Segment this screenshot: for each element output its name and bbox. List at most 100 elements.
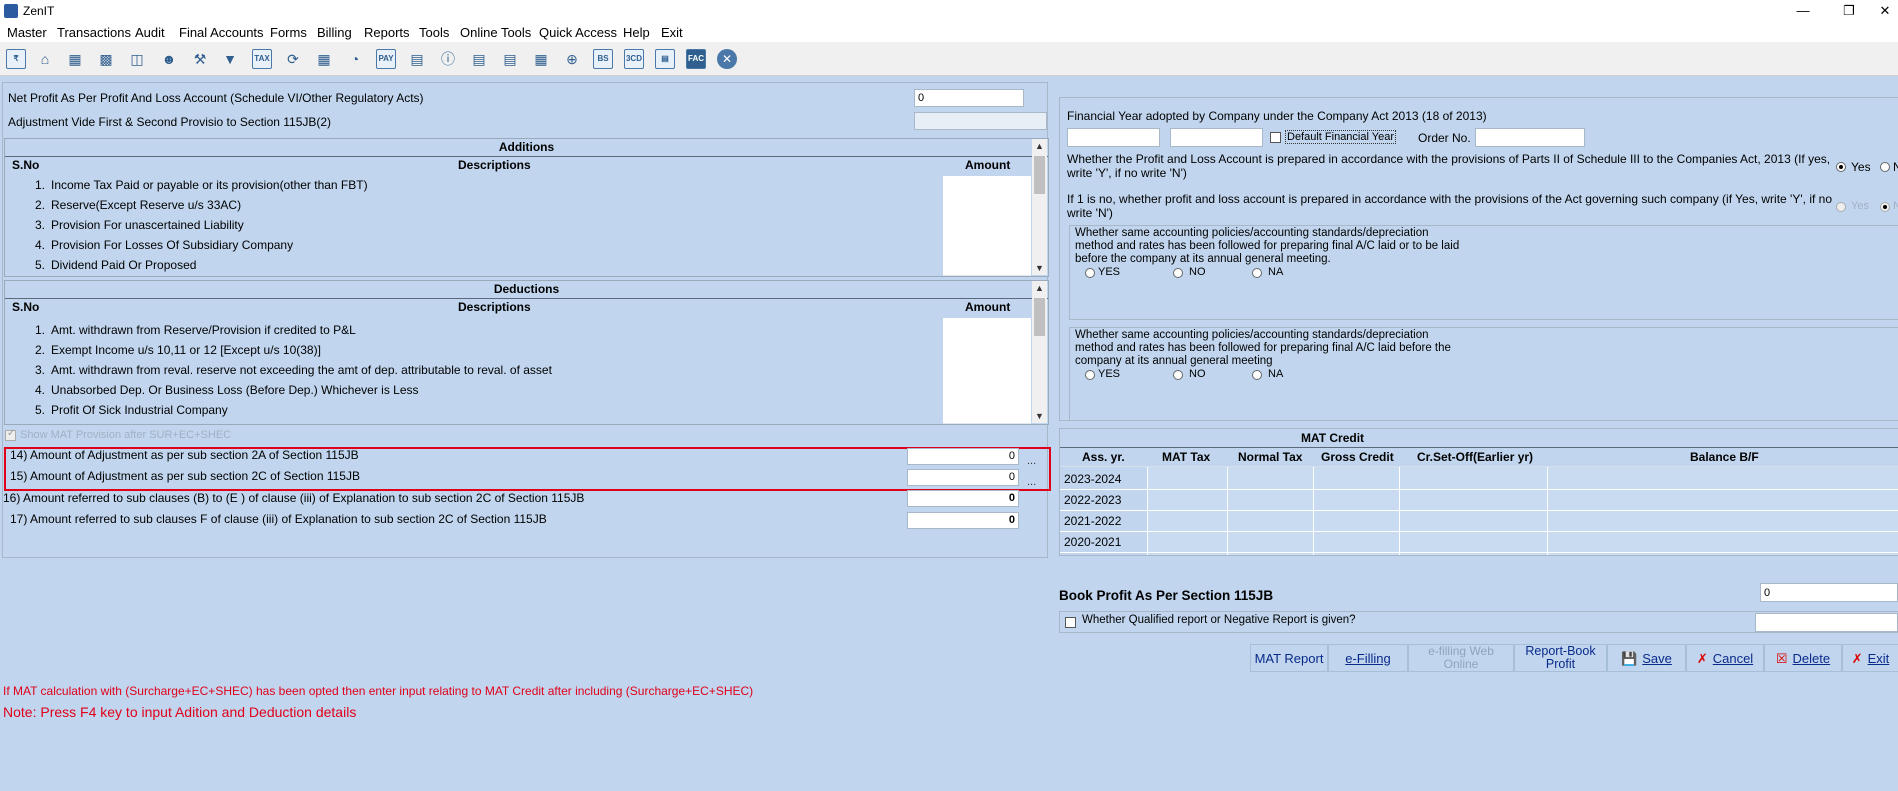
- menu-audit[interactable]: Audit: [135, 25, 165, 40]
- box1-no-radio[interactable]: [1173, 268, 1183, 278]
- close-icon[interactable]: ✕: [1872, 0, 1898, 22]
- exit-icon: ✗: [1851, 650, 1863, 666]
- qualified-input[interactable]: [1755, 613, 1898, 632]
- order-no-input[interactable]: [1475, 128, 1585, 147]
- section-15-input[interactable]: 0: [907, 469, 1019, 486]
- box1-no-label: NO: [1189, 266, 1206, 278]
- box2-yes-radio[interactable]: [1085, 370, 1095, 380]
- add-location-icon[interactable]: ⊕: [561, 48, 583, 70]
- q2-no-radio[interactable]: [1880, 202, 1890, 212]
- q1-no-label: N: [1893, 160, 1898, 174]
- scroll-up-icon[interactable]: ▲: [1032, 281, 1047, 295]
- report-icon[interactable]: ▤: [654, 48, 676, 70]
- bar-chart-icon[interactable]: ▩: [95, 48, 117, 70]
- efiling-web-online-button[interactable]: e-filling Web Online: [1408, 644, 1514, 672]
- home-icon[interactable]: ⌂: [34, 48, 56, 70]
- menu-online-tools[interactable]: Online Tools: [460, 25, 531, 40]
- save-icon: 💾: [1621, 650, 1638, 666]
- rupee-icon[interactable]: ₹: [5, 48, 27, 70]
- menu-tools[interactable]: Tools: [419, 25, 449, 40]
- menu-final-accounts[interactable]: Final Accounts: [179, 25, 264, 40]
- calculator-icon[interactable]: ▦: [313, 48, 335, 70]
- deductions-amount-column[interactable]: [943, 318, 1031, 424]
- q2-yes-radio[interactable]: [1836, 202, 1846, 212]
- cancel-button[interactable]: ✗ Cancel: [1686, 644, 1764, 672]
- building-icon[interactable]: ▦: [64, 48, 86, 70]
- additions-amount-column[interactable]: [943, 176, 1031, 276]
- adjustment-input[interactable]: [914, 112, 1047, 130]
- close-circle-icon[interactable]: ✕: [716, 48, 738, 70]
- scroll-up-icon[interactable]: ▲: [1032, 139, 1047, 153]
- report-book-profit-button[interactable]: Report-Book Profit: [1514, 644, 1607, 672]
- pay-icon[interactable]: PAY: [375, 48, 397, 70]
- mat-report-button[interactable]: MAT Report: [1250, 644, 1328, 672]
- calendar-icon[interactable]: ▦: [530, 48, 552, 70]
- menu-transactions[interactable]: Transactions: [57, 25, 131, 40]
- bs-icon[interactable]: BS: [592, 48, 614, 70]
- menu-quick-access[interactable]: Quick Access: [539, 25, 617, 40]
- scroll-thumb[interactable]: [1034, 156, 1045, 194]
- scroll-down-icon[interactable]: ▼: [1032, 261, 1047, 275]
- exit-button[interactable]: ✗ Exit: [1842, 644, 1898, 672]
- default-fy-label: Default Financial Year: [1285, 130, 1397, 144]
- fy-to-input[interactable]: [1170, 128, 1263, 147]
- app-icon: [4, 4, 18, 18]
- refresh-icon[interactable]: ⟳: [282, 48, 304, 70]
- minimize-icon[interactable]: —: [1780, 0, 1826, 22]
- restore-icon[interactable]: ❐: [1826, 0, 1872, 22]
- scroll-down-icon[interactable]: ▼: [1032, 409, 1047, 423]
- box2-na-radio[interactable]: [1252, 370, 1262, 380]
- qualified-checkbox[interactable]: [1065, 617, 1076, 628]
- section-14-input[interactable]: 0: [907, 448, 1019, 465]
- q1-no-radio[interactable]: [1880, 162, 1890, 172]
- pie-chart-icon[interactable]: ◔: [344, 48, 366, 70]
- menu-exit[interactable]: Exit: [661, 25, 683, 40]
- menu-forms[interactable]: Forms: [270, 25, 307, 40]
- efiling-button[interactable]: e-Filling: [1328, 644, 1408, 672]
- section-16-input[interactable]: 0: [907, 490, 1019, 507]
- box2-no-radio[interactable]: [1173, 370, 1183, 380]
- users-icon[interactable]: ☻: [158, 48, 180, 70]
- default-fy-checkbox[interactable]: [1270, 132, 1281, 143]
- section-17-input[interactable]: 0: [907, 512, 1019, 529]
- user-doc-icon[interactable]: ▤: [499, 48, 521, 70]
- mat-row[interactable]: 2023-2024: [1060, 469, 1898, 490]
- book-profit-input[interactable]: [1760, 583, 1898, 602]
- deductions-scrollbar[interactable]: ▲ ▼: [1032, 281, 1047, 423]
- mat-credit-title: MAT Credit: [1300, 431, 1365, 445]
- mat-row[interactable]: 2019-2020: [1060, 553, 1898, 555]
- tax-icon[interactable]: TAX: [251, 48, 273, 70]
- filter-icon[interactable]: ▼: [219, 48, 241, 70]
- window-title: ZenIT: [23, 4, 55, 18]
- box2-yes-label: YES: [1098, 368, 1121, 380]
- document-icon[interactable]: ▤: [468, 48, 490, 70]
- section-15-ellipsis[interactable]: ...: [1027, 476, 1036, 488]
- fy-from-input[interactable]: [1067, 128, 1160, 147]
- menu-master[interactable]: Master: [7, 25, 47, 40]
- q1-yes-radio[interactable]: [1836, 162, 1846, 172]
- hammer-icon[interactable]: ⚒: [189, 48, 211, 70]
- menu-help[interactable]: Help: [623, 25, 650, 40]
- mat-row[interactable]: 2020-2021: [1060, 532, 1898, 553]
- section-14-ellipsis[interactable]: ...: [1027, 455, 1036, 467]
- show-mat-checkbox[interactable]: ✓: [5, 428, 16, 441]
- delete-button[interactable]: ☒ Delete: [1764, 644, 1842, 672]
- mat-row[interactable]: 2021-2022: [1060, 511, 1898, 532]
- box1-yes-radio[interactable]: [1085, 268, 1095, 278]
- 3cd-icon[interactable]: 3CD: [623, 48, 645, 70]
- book-icon[interactable]: ▤: [406, 48, 428, 70]
- net-profit-input[interactable]: [914, 89, 1024, 107]
- save-button[interactable]: 💾 Save: [1607, 644, 1686, 672]
- box2-line3: company at its annual general meeting: [1075, 355, 1273, 367]
- info-icon[interactable]: ⓘ: [437, 48, 459, 70]
- menu-billing[interactable]: Billing: [317, 25, 352, 40]
- box1-na-radio[interactable]: [1252, 268, 1262, 278]
- menu-reports[interactable]: Reports: [364, 25, 410, 40]
- additions-scrollbar[interactable]: ▲ ▼: [1032, 139, 1047, 275]
- fac-icon[interactable]: FAC: [685, 48, 707, 70]
- mat-credit-header: Ass. yr. MAT Tax Normal Tax Gross Credit…: [1060, 448, 1898, 467]
- gift-icon[interactable]: ◫: [126, 48, 148, 70]
- mat-row[interactable]: 2022-2023: [1060, 490, 1898, 511]
- scroll-thumb[interactable]: [1034, 298, 1045, 336]
- section-16-label: 16) Amount referred to sub clauses (B) t…: [3, 491, 585, 505]
